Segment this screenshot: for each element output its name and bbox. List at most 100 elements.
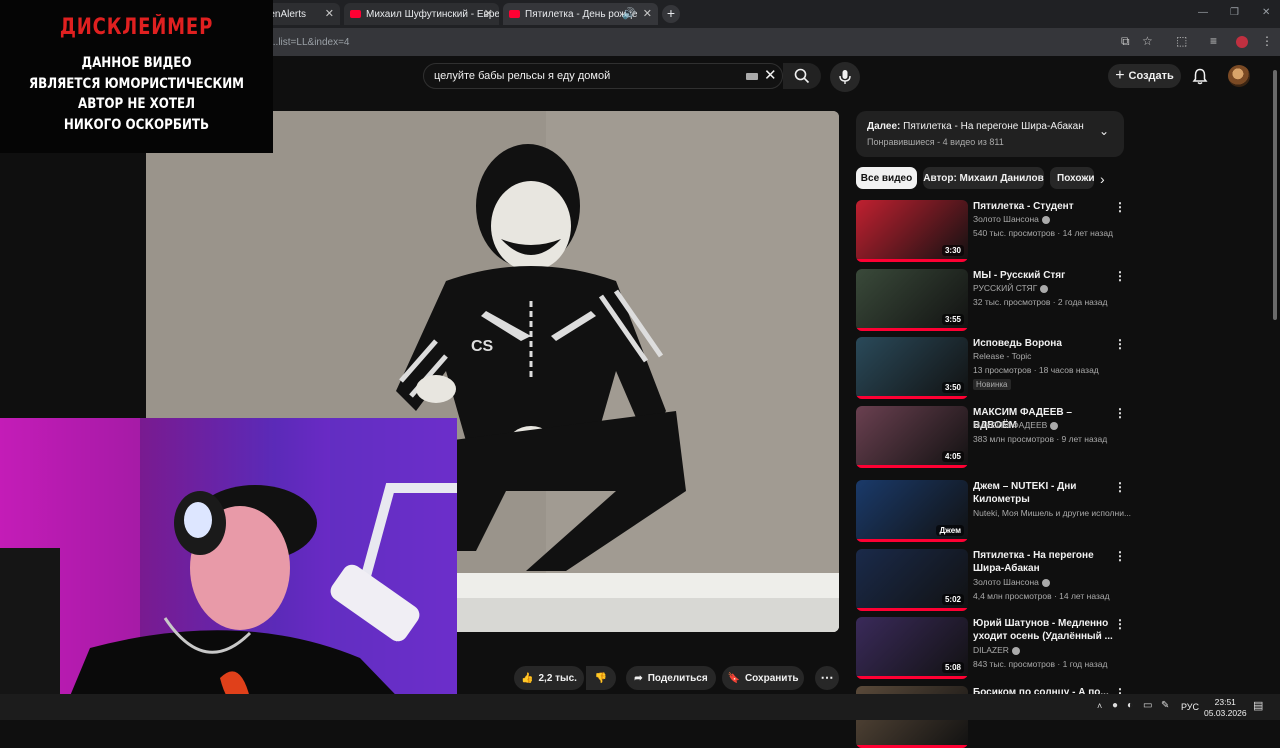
scrollbar-thumb[interactable] (1273, 70, 1277, 320)
video-thumbnail[interactable]: 5:08 (856, 617, 968, 679)
channel-name: DILAZER (973, 645, 1009, 655)
create-button[interactable]: + Создать (1108, 64, 1181, 88)
avatar[interactable] (1228, 65, 1250, 87)
keyboard-icon[interactable] (746, 73, 758, 80)
close-icon[interactable]: ✕ (325, 7, 334, 20)
speaker-icon[interactable]: 🔊 (622, 7, 636, 20)
more-options-icon[interactable]: ⋮ (1114, 617, 1126, 631)
video-list-item[interactable]: 3:30 Пятилетка - Студент Золото Шансона 540… (856, 200, 1126, 262)
video-channel[interactable]: Release - Topic (973, 351, 1031, 361)
verified-icon (1011, 646, 1020, 655)
bookmark-star-icon[interactable]: ☆ (1142, 34, 1153, 48)
chevron-up-icon[interactable]: ˄ (1097, 701, 1102, 711)
new-tab-button[interactable]: + (662, 5, 680, 23)
menu-dots-icon[interactable]: ⋮ (1261, 34, 1273, 48)
clock[interactable]: 23:51 05.03.2026 (1204, 697, 1247, 719)
video-title[interactable]: Пятилетка - Студент (973, 200, 1113, 213)
video-thumbnail[interactable]: 4:05 (856, 406, 968, 468)
search-button[interactable] (783, 63, 821, 89)
media-control-icon[interactable]: ≡ (1210, 34, 1217, 48)
video-list-item[interactable]: 3:55 МЫ - Русский Стяг РУССКИЙ СТЯГ 32 тыс.… (856, 269, 1126, 331)
url-text[interactable]: ...list=LL&index=4 (270, 37, 350, 48)
taskbar: ˄ ● ◐ ▭ ✎ РУС 23:51 05.03.2026 ▤ (0, 694, 1280, 720)
pen-tray-icon[interactable]: ✎ (1161, 700, 1169, 711)
chevron-down-icon[interactable]: ⌄ (1099, 124, 1109, 138)
more-options-icon[interactable]: ⋮ (1114, 200, 1126, 214)
video-list-item[interactable]: 5:02 Пятилетка - На перегоне Шира-Абакан З… (856, 549, 1126, 611)
video-thumbnail[interactable]: 3:55 (856, 269, 968, 331)
video-list-item[interactable]: Джем Джем – NUTEKI - Дни Километры Nuteki,… (856, 480, 1131, 542)
disclaimer-line: АВТОР НЕ ХОТЕЛ (77, 96, 196, 112)
voice-search-button[interactable] (830, 62, 860, 92)
microphone-icon (839, 70, 851, 84)
video-title[interactable]: Исповедь Ворона (973, 337, 1113, 350)
close-window-icon[interactable]: ✕ (1262, 7, 1270, 18)
bell-icon[interactable] (1192, 68, 1208, 85)
playlist-panel[interactable]: Далее: Пятилетка - На перегоне Шира-Абак… (856, 111, 1124, 157)
video-thumbnail[interactable]: Джем (856, 480, 968, 542)
channel-name: Nuteki, Моя Мишель и другие исполни... (973, 508, 1132, 518)
webcam-streamer-image (0, 418, 457, 720)
video-list-item[interactable]: 4:05 МАКСИМ ФАДЕЕВ – ВДВОЁМ МАКСИМ ФАДЕЕВ 3… (856, 406, 1126, 468)
monitor-tray-icon[interactable]: ▭ (1143, 700, 1152, 711)
video-channel[interactable]: DILAZER (973, 645, 1020, 655)
language-indicator[interactable]: РУС (1181, 702, 1199, 712)
video-channel[interactable]: РУССКИЙ СТЯГ (973, 283, 1049, 293)
video-list-item[interactable]: 5:08 Юрий Шатунов - Медленно уходит осень… (856, 617, 1126, 679)
extensions-icon[interactable]: ⬚ (1176, 34, 1187, 48)
search-box[interactable]: целуйте бабы рельсы я еду домой ✕ (423, 63, 783, 89)
volume-tray-icon[interactable]: ◐ (1127, 700, 1133, 711)
video-channel[interactable]: Nuteki, Моя Мишель и другие исполни... (973, 508, 1131, 518)
more-options-icon[interactable]: ⋮ (1114, 406, 1126, 420)
disclaimer-line: ДАННОЕ ВИДЕО (81, 55, 192, 71)
microphone-tray-icon[interactable]: ● (1112, 700, 1118, 711)
like-count: 2,2 тыс. (538, 672, 577, 684)
like-button[interactable]: 👍 2,2 тыс. (514, 666, 584, 690)
video-channel[interactable]: Золото Шансона (973, 577, 1050, 587)
search-input[interactable]: целуйте бабы рельсы я еду домой (434, 70, 610, 82)
close-icon[interactable]: ✕ (643, 7, 652, 20)
save-button[interactable]: 🔖 Сохранить (722, 666, 804, 690)
video-title[interactable]: Пятилетка - На перегоне Шира-Абакан (973, 549, 1113, 575)
bookmark-icon: 🔖 (727, 672, 740, 684)
video-meta: 32 тыс. просмотров · 2 года назад (973, 297, 1108, 307)
more-options-icon[interactable]: ⋮ (1114, 480, 1126, 494)
video-title[interactable]: Джем – NUTEKI - Дни Километры (973, 480, 1113, 506)
share-button[interactable]: ➦ Поделиться (626, 666, 716, 690)
more-options-icon[interactable]: ⋮ (1114, 549, 1126, 563)
video-channel[interactable]: МАКСИМ ФАДЕЕВ (973, 420, 1059, 430)
dislike-button[interactable]: 👎 (586, 666, 616, 690)
svg-text:CS: CS (471, 338, 494, 355)
video-thumbnail[interactable]: 5:02 (856, 549, 968, 611)
new-badge: Новинка (973, 379, 1011, 390)
more-options-icon[interactable]: ⋮ (1114, 337, 1126, 351)
more-options-icon[interactable]: ⋮ (1114, 269, 1126, 283)
video-thumbnail[interactable]: 3:30 (856, 200, 968, 262)
profile-icon[interactable] (1236, 36, 1248, 48)
notification-icon[interactable]: ▤ (1253, 699, 1263, 712)
video-meta: 4,4 млн просмотров · 14 лет назад (973, 591, 1110, 601)
cast-icon[interactable]: ⧉ (1121, 34, 1130, 49)
clear-search-icon[interactable]: ✕ (764, 66, 777, 84)
watched-progress-bar (856, 396, 968, 399)
video-meta: 843 тыс. просмотров · 1 год назад (973, 659, 1108, 669)
video-channel[interactable]: Золото Шансона (973, 214, 1050, 224)
browser-tab[interactable]: Михаил Шуфутинский - Еврей ✕ (344, 3, 499, 25)
verified-icon (1041, 215, 1050, 224)
video-duration: 4:05 (941, 451, 964, 462)
maximize-icon[interactable]: ❐ (1230, 7, 1239, 18)
video-list-item[interactable]: 3:50 Исповедь Ворона Release - Topic 13 про… (856, 337, 1126, 399)
video-title[interactable]: Юрий Шатунов - Медленно уходит осень (Уд… (973, 617, 1113, 643)
video-title[interactable]: МЫ - Русский Стяг (973, 269, 1113, 282)
browser-tab-active[interactable]: Пятилетка - День рожден... 🔊 ✕ (503, 3, 658, 25)
chip-similar[interactable]: Похожие (1050, 167, 1094, 189)
chip-all-videos[interactable]: Все видео (856, 167, 917, 189)
close-icon[interactable]: ✕ (484, 7, 493, 20)
video-thumbnail[interactable]: 3:50 (856, 337, 968, 399)
more-actions-button[interactable]: ⋯ (815, 666, 839, 690)
youtube-icon (350, 10, 361, 18)
minimize-icon[interactable]: — (1198, 7, 1208, 18)
page-scrollbar[interactable] (1272, 58, 1278, 694)
chevron-right-icon[interactable]: › (1100, 171, 1105, 187)
chip-author[interactable]: Автор: Михаил Данилов (923, 167, 1044, 189)
